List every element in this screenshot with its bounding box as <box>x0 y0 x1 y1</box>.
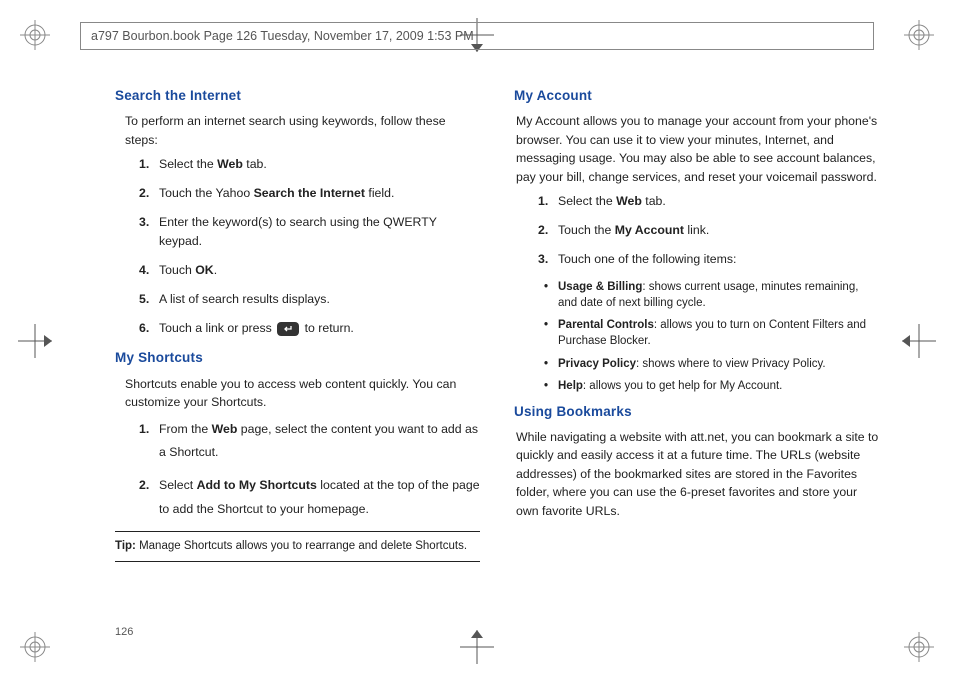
list-item: Parental Controls: allows you to turn on… <box>544 317 879 349</box>
registration-mark-icon <box>18 630 52 664</box>
list-item: 1.From the Web page, select the content … <box>139 418 480 465</box>
list-item: 6.Touch a link or press to return. <box>139 319 480 338</box>
paragraph: My Account allows you to manage your acc… <box>516 112 879 186</box>
list-item: 1.Select the Web tab. <box>139 155 480 174</box>
list-item: 2.Touch the Yahoo Search the Internet fi… <box>139 184 480 203</box>
page-header: a797 Bourbon.book Page 126 Tuesday, Nove… <box>80 22 874 50</box>
list-item: 5.A list of search results displays. <box>139 290 480 309</box>
right-column: My Account My Account allows you to mana… <box>514 86 879 622</box>
tip-label: Tip: <box>115 540 136 552</box>
list-item: 2.Select Add to My Shortcuts located at … <box>139 474 480 521</box>
paragraph: To perform an internet search using keyw… <box>125 112 480 149</box>
list-item: Usage & Billing: shows current usage, mi… <box>544 279 879 311</box>
bullet-list: Usage & Billing: shows current usage, mi… <box>544 279 879 394</box>
list-item: 4.Touch OK. <box>139 261 480 280</box>
paragraph: Shortcuts enable you to access web conte… <box>125 375 480 412</box>
tip-box: Tip: Manage Shortcuts allows you to rear… <box>115 531 480 562</box>
crop-mark-icon <box>902 324 936 358</box>
left-column: Search the Internet To perform an intern… <box>115 86 480 622</box>
heading-my-account: My Account <box>514 86 879 106</box>
ordered-list: 1.Select the Web tab. 2.Touch the My Acc… <box>538 192 879 269</box>
registration-mark-icon <box>902 630 936 664</box>
heading-search-internet: Search the Internet <box>115 86 480 106</box>
list-item: Help: allows you to get help for My Acco… <box>544 378 879 394</box>
list-item: 3.Touch one of the following items: <box>538 250 879 269</box>
page-body: Search the Internet To perform an intern… <box>115 86 879 622</box>
heading-using-bookmarks: Using Bookmarks <box>514 402 879 422</box>
registration-mark-icon <box>902 18 936 52</box>
header-text: a797 Bourbon.book Page 126 Tuesday, Nove… <box>91 29 474 43</box>
list-item: Privacy Policy: shows where to view Priv… <box>544 356 879 372</box>
list-item: 3.Enter the keyword(s) to search using t… <box>139 213 480 251</box>
ordered-list: 1.From the Web page, select the content … <box>139 418 480 521</box>
list-item: 2.Touch the My Account link. <box>538 221 879 240</box>
paragraph: While navigating a website with att.net,… <box>516 428 879 520</box>
heading-my-shortcuts: My Shortcuts <box>115 348 480 368</box>
registration-mark-icon <box>18 18 52 52</box>
return-key-icon <box>277 322 299 336</box>
crop-mark-icon <box>460 630 494 664</box>
ordered-list: 1.Select the Web tab. 2.Touch the Yahoo … <box>139 155 480 338</box>
tip-text: Manage Shortcuts allows you to rearrange… <box>136 540 467 552</box>
page-number: 126 <box>115 626 133 638</box>
crop-mark-icon <box>18 324 52 358</box>
list-item: 1.Select the Web tab. <box>538 192 879 211</box>
